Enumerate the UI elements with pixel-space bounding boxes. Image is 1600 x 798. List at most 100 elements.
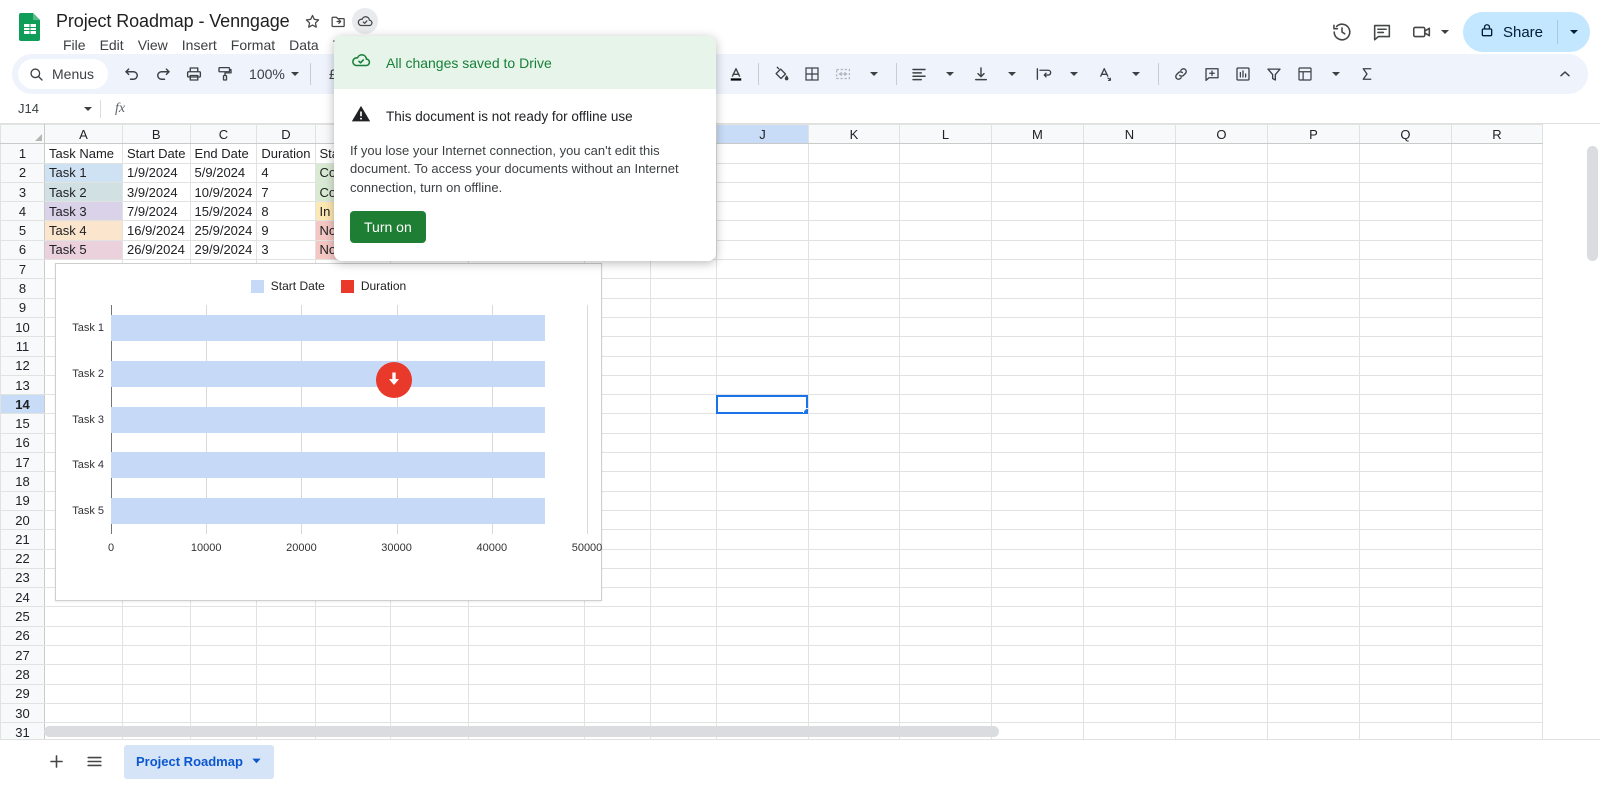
row-header-22[interactable]: 22 [0,548,45,569]
cell-P2[interactable] [1266,162,1360,183]
cell-I24[interactable] [649,587,717,608]
cell-P10[interactable] [1266,316,1360,338]
cell-D26[interactable] [256,625,316,647]
cell-D5[interactable]: 9 [256,220,316,241]
cell-H28[interactable] [583,664,651,685]
cell-P29[interactable] [1266,683,1360,704]
cell-P28[interactable] [1266,664,1360,685]
cell-N8[interactable] [1082,278,1176,299]
cell-O29[interactable] [1174,683,1268,704]
bar-task-4[interactable] [111,452,545,479]
cell-Q26[interactable] [1358,625,1452,647]
cell-D29[interactable] [256,683,316,704]
cell-N30[interactable] [1082,702,1176,724]
cell-N5[interactable] [1082,220,1176,241]
text-rotation-chevron-down-icon[interactable] [1121,59,1151,89]
cell-N22[interactable] [1082,548,1176,569]
horizontal-scrollbar[interactable] [44,726,1584,737]
cell-Q20[interactable] [1358,509,1452,531]
legend-item-start-date[interactable]: Start Date [250,279,325,293]
cell-J4[interactable] [715,201,809,222]
cell-B27[interactable] [122,645,191,666]
cell-C26[interactable] [189,625,258,647]
cell-F29[interactable] [390,683,469,704]
cell-Q29[interactable] [1358,683,1452,704]
version-history-icon[interactable] [1323,13,1361,51]
cell-R9[interactable] [1450,297,1543,318]
cell-J22[interactable] [715,548,809,569]
cell-C3[interactable]: 10/9/2024 [189,181,258,203]
cell-I21[interactable] [649,529,717,550]
cell-J5[interactable] [715,220,809,241]
cell-R6[interactable] [1450,239,1543,261]
cell-P16[interactable] [1266,432,1360,454]
column-header-l[interactable]: L [898,124,992,145]
row-header-15[interactable]: 15 [0,413,45,434]
cell-J8[interactable] [715,278,809,299]
cell-Q7[interactable] [1358,259,1452,280]
cell-A5[interactable]: Task 4 [44,220,123,241]
cell-K29[interactable] [807,683,900,704]
cell-J18[interactable] [715,471,809,492]
bar-task-1[interactable] [111,314,545,341]
cell-K24[interactable] [807,587,900,608]
cell-L27[interactable] [898,645,992,666]
cell-K25[interactable] [807,606,900,627]
cell-I18[interactable] [649,471,717,492]
cell-P5[interactable] [1266,220,1360,241]
cell-R7[interactable] [1450,259,1543,280]
select-all-corner[interactable] [0,124,45,145]
cell-O2[interactable] [1174,162,1268,183]
cell-K6[interactable] [807,239,900,261]
fill-color-icon[interactable] [766,59,796,89]
cell-M10[interactable] [990,316,1084,338]
cell-R21[interactable] [1450,529,1543,550]
cell-L15[interactable] [898,413,992,434]
row-header-4[interactable]: 4 [0,201,45,222]
cell-N17[interactable] [1082,452,1176,473]
cell-K22[interactable] [807,548,900,569]
cell-M27[interactable] [990,645,1084,666]
cell-P20[interactable] [1266,509,1360,531]
cell-L22[interactable] [898,548,992,569]
star-icon[interactable] [300,8,326,34]
cell-O19[interactable] [1174,490,1268,511]
cell-B30[interactable] [122,702,191,724]
text-wrap-chevron-down-icon[interactable] [1059,59,1089,89]
cell-P21[interactable] [1266,529,1360,550]
cell-J17[interactable] [715,452,809,473]
column-header-n[interactable]: N [1082,124,1176,145]
cell-R14[interactable] [1450,394,1543,415]
column-header-q[interactable]: Q [1358,124,1452,145]
cell-R2[interactable] [1450,162,1543,183]
cell-I25[interactable] [649,606,717,627]
cell-J1[interactable] [715,143,809,164]
cell-Q3[interactable] [1358,181,1452,203]
share-button[interactable]: Share [1462,12,1590,52]
cell-Q25[interactable] [1358,606,1452,627]
cell-K10[interactable] [807,316,900,338]
cell-B29[interactable] [122,683,191,704]
cell-J3[interactable] [715,181,809,203]
cell-J29[interactable] [715,683,809,704]
cell-M11[interactable] [990,336,1084,357]
bar-task-2[interactable] [111,360,545,387]
column-header-m[interactable]: M [990,124,1084,145]
cell-J10[interactable] [715,316,809,338]
row-header-20[interactable]: 20 [0,509,45,531]
cell-L18[interactable] [898,471,992,492]
cell-P8[interactable] [1266,278,1360,299]
cell-C29[interactable] [189,683,258,704]
cell-R18[interactable] [1450,471,1543,492]
paint-format-icon[interactable] [210,59,240,89]
move-to-folder-icon[interactable] [326,8,352,34]
row-header-30[interactable]: 30 [0,702,45,724]
cell-R29[interactable] [1450,683,1543,704]
cell-M7[interactable] [990,259,1084,280]
cell-P9[interactable] [1266,297,1360,318]
cell-A1[interactable]: Task Name [44,143,123,164]
text-rotation-options-icon[interactable] [1090,59,1120,89]
cell-N10[interactable] [1082,316,1176,338]
gantt-chart[interactable]: Start Date Duration 0 10000 20000 30000 4000… [55,263,602,601]
cell-Q9[interactable] [1358,297,1452,318]
